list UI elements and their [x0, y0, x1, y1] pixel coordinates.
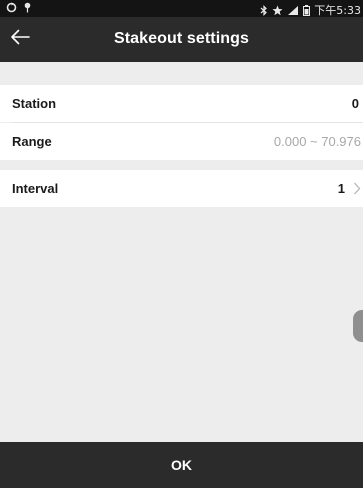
station-label: Station: [12, 96, 57, 111]
floating-handle[interactable]: [353, 310, 363, 342]
interval-row[interactable]: Interval 1: [0, 170, 363, 207]
chevron-right-icon: [353, 182, 361, 200]
range-label: Range: [12, 134, 52, 149]
ok-button[interactable]: OK: [0, 442, 363, 488]
interval-label: Interval: [12, 181, 59, 196]
station-value[interactable]: 0: [352, 96, 359, 111]
battery-icon: [303, 4, 311, 16]
status-right-icons: 下午5:33: [260, 2, 361, 18]
signal-icon: [287, 5, 299, 16]
range-value: 0.000 ~ 70.976: [273, 134, 361, 149]
page-title: Stakeout settings: [113, 30, 250, 47]
interval-value: 1: [337, 181, 345, 196]
station-row[interactable]: Station 0: [0, 85, 363, 122]
star-icon: [272, 5, 283, 16]
range-row: Range 0.000 ~ 70.976: [0, 123, 363, 160]
status-time: 下午5:33: [314, 4, 361, 17]
title-bar: Stakeout settings: [0, 17, 363, 62]
status-bar: 下午5:33: [0, 0, 363, 17]
bluetooth-icon: [260, 4, 268, 16]
status-left-icons: [6, 2, 32, 13]
location-pin-icon: [23, 2, 32, 13]
sync-icon: [6, 2, 17, 13]
ok-label: OK: [171, 457, 192, 473]
